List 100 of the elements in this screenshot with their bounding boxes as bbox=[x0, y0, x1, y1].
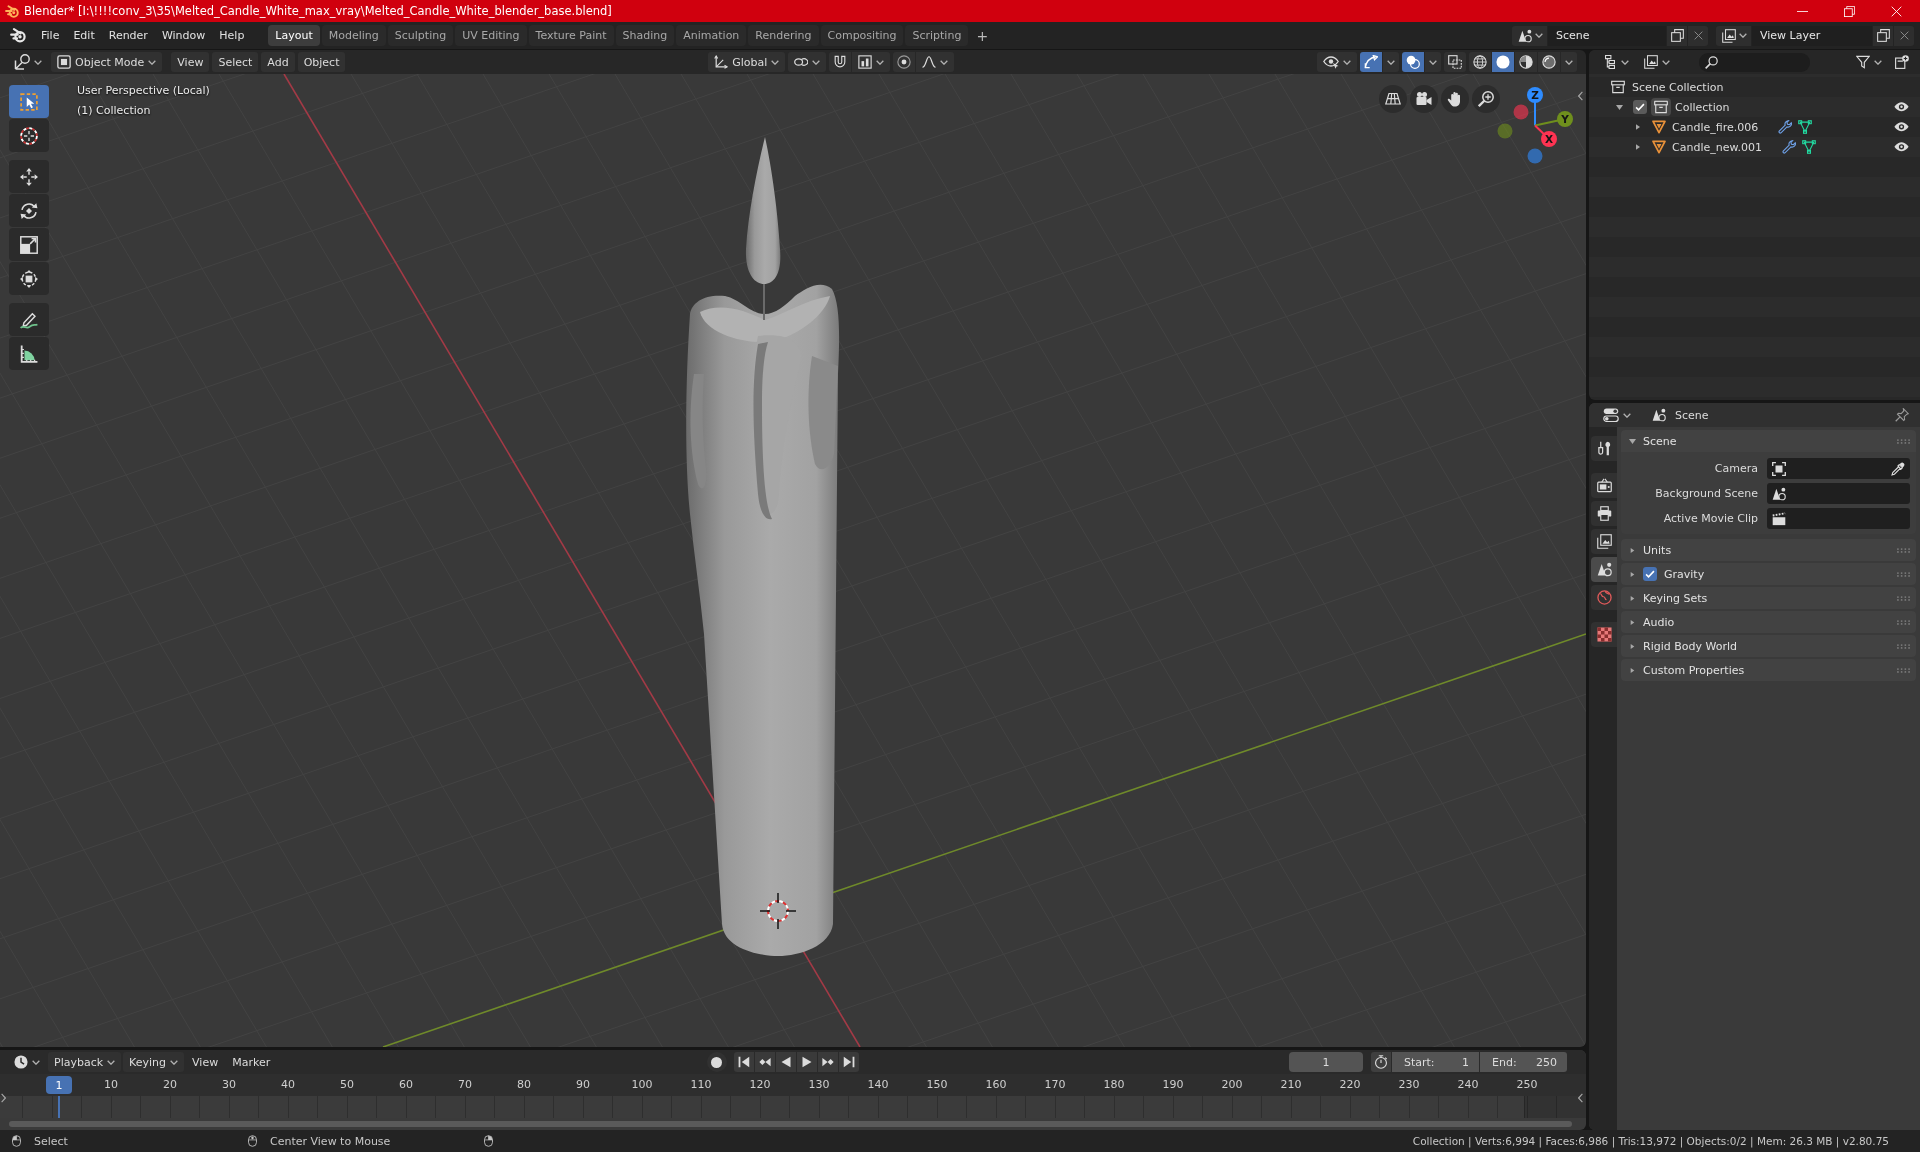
pivot-dropdown[interactable] bbox=[788, 52, 827, 72]
visibility-dropdown[interactable] bbox=[1317, 52, 1357, 72]
menu-item[interactable]: Help bbox=[212, 25, 252, 46]
menu-item[interactable]: Window bbox=[154, 25, 213, 46]
view-layer-name-field[interactable]: View Layer bbox=[1752, 25, 1872, 46]
workspace-tab[interactable]: Texture Paint bbox=[528, 25, 614, 46]
current-frame-badge[interactable]: 1 bbox=[46, 1076, 72, 1094]
menu-dropdown[interactable]: Playback bbox=[48, 1052, 122, 1072]
workspace-tab[interactable]: Sculpting bbox=[387, 25, 454, 46]
add-workspace-button[interactable]: + bbox=[970, 25, 995, 46]
overlay-toggle[interactable] bbox=[1402, 52, 1424, 72]
disclosure-triangle-icon[interactable] bbox=[1636, 124, 1640, 130]
outliner-item[interactable]: Collection bbox=[1675, 100, 1730, 114]
workspace-tab[interactable]: Modeling bbox=[321, 25, 386, 46]
viewport-canvas[interactable]: User Perspective (Local) (1) Collection Z Y X bbox=[0, 74, 1586, 1047]
preview-range-toggle[interactable] bbox=[1371, 1052, 1391, 1072]
menu-item[interactable]: Marker bbox=[226, 1052, 277, 1072]
eye-icon[interactable] bbox=[1894, 122, 1909, 132]
checkbox[interactable] bbox=[1633, 100, 1647, 114]
menu-item[interactable]: Select bbox=[212, 52, 259, 72]
jump-end-button[interactable] bbox=[838, 1052, 859, 1072]
play-button[interactable] bbox=[796, 1052, 817, 1072]
menu-item[interactable]: File bbox=[34, 25, 67, 46]
axis-handle[interactable]: Z bbox=[1527, 87, 1543, 127]
workspace-tab[interactable]: Shading bbox=[615, 25, 675, 46]
menu-dropdown[interactable]: Keying bbox=[123, 1052, 185, 1072]
panel-header[interactable]: Keying Sets bbox=[1621, 587, 1916, 609]
properties-tab[interactable] bbox=[1591, 529, 1617, 554]
navigation-button[interactable] bbox=[1379, 85, 1407, 113]
delete-scene-button[interactable] bbox=[1688, 25, 1708, 46]
view-layer-browse-button[interactable] bbox=[1716, 25, 1751, 46]
scene-browse-button[interactable] bbox=[1512, 25, 1547, 46]
properties-tab[interactable] bbox=[1591, 501, 1617, 526]
outliner-item[interactable]: Scene Collection bbox=[1632, 80, 1724, 94]
scrollbar[interactable] bbox=[9, 1121, 1572, 1127]
menu-item[interactable]: View bbox=[171, 52, 210, 72]
workspace-tab[interactable]: Layout bbox=[268, 25, 320, 46]
tool-button[interactable] bbox=[9, 262, 49, 295]
menu-item[interactable]: Render bbox=[101, 25, 155, 46]
navigation-button[interactable] bbox=[1472, 85, 1500, 113]
properties-tab[interactable] bbox=[1591, 436, 1617, 461]
search-field[interactable] bbox=[1699, 52, 1810, 72]
shading-button[interactable] bbox=[1538, 52, 1560, 72]
menu-item[interactable]: View bbox=[186, 1052, 225, 1072]
record-button[interactable] bbox=[706, 1052, 727, 1072]
orientation-dropdown[interactable]: Global bbox=[708, 52, 786, 72]
shading-button[interactable] bbox=[1469, 52, 1491, 72]
tool-button[interactable] bbox=[9, 194, 49, 227]
end-frame-field[interactable]: End: 250 bbox=[1480, 1052, 1567, 1072]
new-scene-button[interactable] bbox=[1667, 25, 1687, 46]
shading-button[interactable] bbox=[1515, 52, 1537, 72]
jump-start-button[interactable] bbox=[733, 1052, 754, 1072]
navigation-button[interactable] bbox=[1410, 85, 1438, 113]
overlay-options-button[interactable] bbox=[1425, 52, 1441, 72]
menu-item[interactable]: Object bbox=[297, 52, 346, 72]
camera-field[interactable] bbox=[1767, 458, 1910, 479]
navigation-button[interactable] bbox=[1441, 85, 1469, 113]
eyedropper-button[interactable] bbox=[1890, 460, 1906, 477]
properties-tab[interactable] bbox=[1591, 473, 1617, 498]
tool-button[interactable] bbox=[9, 119, 49, 152]
panel-header[interactable]: Custom Properties bbox=[1621, 659, 1916, 681]
gizmo-toggle[interactable] bbox=[1360, 52, 1382, 72]
xray-toggle[interactable] bbox=[1444, 52, 1466, 72]
tool-button[interactable] bbox=[9, 337, 49, 370]
checkbox[interactable] bbox=[1643, 567, 1657, 581]
frame-ruler[interactable]: 1 10 20 30 40 50 60 70 80 90 100 110 120 130 140 150 160 170 180 190 200 210 220 230 240 250 bbox=[0, 1074, 1586, 1096]
negative-axis-handle[interactable] bbox=[1497, 123, 1513, 139]
negative-axis-handle[interactable] bbox=[1527, 148, 1543, 164]
tool-button[interactable] bbox=[9, 160, 49, 193]
proportional-edit-toggle[interactable] bbox=[893, 52, 916, 72]
panel-header[interactable]: Gravity bbox=[1621, 563, 1916, 585]
menu-item[interactable]: Edit bbox=[66, 25, 102, 46]
gizmo-options-button[interactable] bbox=[1383, 52, 1399, 72]
menu-item[interactable]: Add bbox=[261, 52, 295, 72]
negative-axis-handle[interactable] bbox=[1513, 104, 1529, 120]
start-frame-field[interactable]: Start: 1 bbox=[1392, 1052, 1479, 1072]
workspace-tab[interactable]: Compositing bbox=[820, 25, 904, 46]
panel-header[interactable]: Rigid Body World bbox=[1621, 635, 1916, 657]
shading-button[interactable] bbox=[1492, 52, 1514, 72]
previous-keyframe-button[interactable] bbox=[754, 1052, 775, 1072]
properties-tab[interactable] bbox=[1591, 557, 1617, 582]
disclosure-triangle-icon[interactable] bbox=[1636, 144, 1640, 150]
outliner-item[interactable]: Candle_new.001 bbox=[1672, 140, 1762, 154]
snap-toggle[interactable] bbox=[829, 52, 852, 72]
panel-header[interactable]: Audio bbox=[1621, 611, 1916, 633]
axis-handle[interactable]: X bbox=[1534, 124, 1557, 147]
workspace-tab[interactable]: Scripting bbox=[905, 25, 969, 46]
disclosure-triangle-icon[interactable] bbox=[1616, 104, 1623, 110]
scene-field[interactable] bbox=[1767, 483, 1910, 504]
panel-header[interactable]: Scene bbox=[1621, 430, 1916, 452]
movie-clip-field[interactable] bbox=[1767, 508, 1910, 529]
current-frame-field[interactable]: 1 bbox=[1289, 1052, 1363, 1072]
panel-header[interactable]: Units bbox=[1621, 539, 1916, 561]
workspace-tab[interactable]: Rendering bbox=[748, 25, 819, 46]
workspace-tab[interactable]: Animation bbox=[676, 25, 747, 46]
snap-target-dropdown[interactable] bbox=[852, 52, 891, 72]
eye-icon[interactable] bbox=[1894, 142, 1909, 152]
delete-view-layer-button[interactable] bbox=[1894, 25, 1914, 46]
axis-handle[interactable]: Y bbox=[1534, 111, 1573, 127]
tool-button[interactable] bbox=[9, 228, 49, 261]
